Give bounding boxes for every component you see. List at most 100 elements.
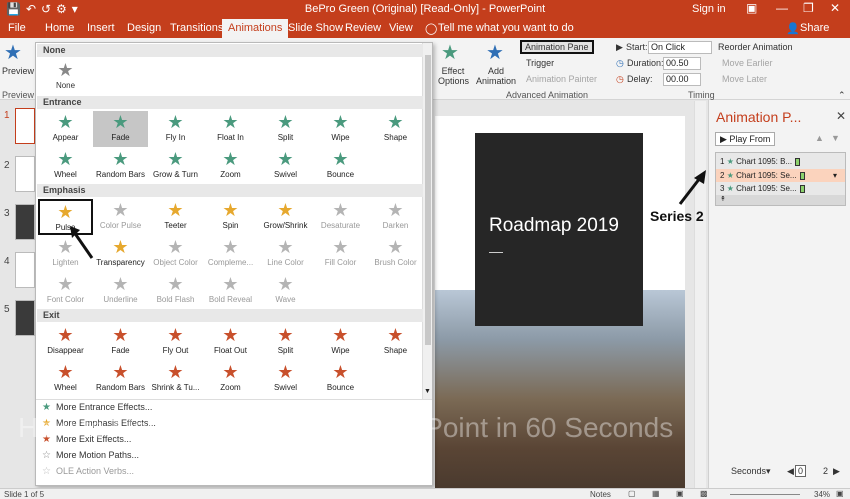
ole-action-verbs[interactable]: ☆ OLE Action Verbs... xyxy=(42,466,134,477)
exit-effect-8[interactable]: ★ Random Bars xyxy=(93,361,148,397)
emphasis-effect-2[interactable]: ★ Teeter xyxy=(148,199,203,235)
emphasis-effect-3[interactable]: ★ Spin xyxy=(203,199,258,235)
exit-effect-9[interactable]: ★ Shrink & Tu... xyxy=(148,361,203,397)
exit-effect-12[interactable]: ★ Bounce xyxy=(313,361,368,397)
tab-review[interactable]: Review xyxy=(345,22,381,34)
tab-file[interactable]: File xyxy=(8,22,26,34)
entrance-effect-6[interactable]: ★ Shape xyxy=(368,111,423,147)
slide-thumb-2[interactable] xyxy=(15,156,35,192)
gallery-scroll-down-icon[interactable]: ▼ xyxy=(424,388,431,395)
ribbon-display-icon[interactable]: ▣ xyxy=(746,1,757,15)
tab-insert[interactable]: Insert xyxy=(87,22,115,34)
play-from-button[interactable]: ▶ Play From xyxy=(715,132,775,146)
item-dropdown-icon[interactable]: ▾ xyxy=(833,169,837,182)
tell-me-box[interactable]: Tell me what you want to do xyxy=(438,22,574,34)
gallery-scroll-thumb[interactable] xyxy=(425,55,431,345)
animation-pane-button[interactable]: Animation Pane xyxy=(520,40,594,54)
timeline-forward-icon[interactable]: ▶ xyxy=(833,466,840,477)
effect-none[interactable]: ★ None xyxy=(38,59,93,95)
duration-input[interactable]: 00.50 xyxy=(663,57,701,70)
preview-star-icon[interactable]: ★ xyxy=(4,40,22,65)
tab-transitions[interactable]: Transitions xyxy=(170,22,223,34)
maximize-icon[interactable]: ❐ xyxy=(803,1,814,15)
entrance-effect-0[interactable]: ★ Appear xyxy=(38,111,93,147)
tab-animations[interactable]: Animations xyxy=(222,19,289,38)
entrance-effect-12[interactable]: ★ Bounce xyxy=(313,148,368,184)
slide-thumb-4[interactable] xyxy=(15,252,35,288)
zoom-level[interactable]: 34% xyxy=(814,490,830,499)
minimize-icon[interactable]: — xyxy=(776,1,788,15)
emphasis-effect-5[interactable]: ★ Desaturate xyxy=(313,199,368,235)
effect-options-icon[interactable]: ★ xyxy=(441,40,459,65)
entrance-effect-9[interactable]: ★ Grow & Turn xyxy=(148,148,203,184)
gallery-scrollbar[interactable] xyxy=(422,43,432,399)
timeline-start[interactable]: 0 xyxy=(795,465,807,477)
pane-close-icon[interactable]: ✕ xyxy=(836,109,846,123)
entrance-effect-3[interactable]: ★ Float In xyxy=(203,111,258,147)
move-later-button[interactable]: Move Later xyxy=(722,74,767,84)
tab-view[interactable]: View xyxy=(389,22,413,34)
entrance-effect-10[interactable]: ★ Zoom xyxy=(203,148,258,184)
fit-slide-icon[interactable]: ▣ xyxy=(836,489,844,498)
slide-scrollbar[interactable] xyxy=(694,101,706,489)
emphasis-effect-11[interactable]: ★ Line Color xyxy=(258,236,313,272)
emphasis-effect-9[interactable]: ★ Object Color xyxy=(148,236,203,272)
entrance-effect-11[interactable]: ★ Swivel xyxy=(258,148,313,184)
tab-slide-show[interactable]: Slide Show xyxy=(288,22,343,34)
exit-effect-2[interactable]: ★ Fly Out xyxy=(148,324,203,360)
exit-effect-5[interactable]: ★ Wipe xyxy=(313,324,368,360)
emphasis-effect-17[interactable]: ★ Bold Reveal xyxy=(203,273,258,309)
tab-design[interactable]: Design xyxy=(127,22,161,34)
animation-item-2[interactable]: 2 ★ Chart 1095: Se... ▾ xyxy=(716,169,845,182)
effect-options-button[interactable]: Effect Options xyxy=(438,66,469,86)
sign-in-link[interactable]: Sign in xyxy=(692,3,726,15)
slideshow-view-icon[interactable]: ▩ xyxy=(700,489,708,498)
emphasis-effect-15[interactable]: ★ Underline xyxy=(93,273,148,309)
normal-view-icon[interactable]: ▢ xyxy=(628,489,636,498)
emphasis-effect-14[interactable]: ★ Font Color xyxy=(38,273,93,309)
title-box[interactable]: Roadmap 2019 xyxy=(475,133,643,326)
add-animation-button[interactable]: Add Animation xyxy=(476,66,516,86)
animation-item-3[interactable]: 3 ★ Chart 1095: Se... xyxy=(716,182,845,195)
emphasis-effect-4[interactable]: ★ Grow/Shrink xyxy=(258,199,313,235)
entrance-effect-8[interactable]: ★ Random Bars xyxy=(93,148,148,184)
exit-effect-11[interactable]: ★ Swivel xyxy=(258,361,313,397)
emphasis-effect-10[interactable]: ★ Compleme... xyxy=(203,236,258,272)
delay-input[interactable]: 00.00 xyxy=(663,73,701,86)
add-animation-icon[interactable]: ★ xyxy=(486,40,504,65)
slide-thumb-3[interactable] xyxy=(15,204,35,240)
emphasis-effect-18[interactable]: ★ Wave xyxy=(258,273,313,309)
exit-effect-6[interactable]: ★ Shape xyxy=(368,324,423,360)
close-icon[interactable]: ✕ xyxy=(830,1,840,15)
exit-effect-4[interactable]: ★ Split xyxy=(258,324,313,360)
reading-view-icon[interactable]: ▣ xyxy=(676,489,684,498)
entrance-effect-5[interactable]: ★ Wipe xyxy=(313,111,368,147)
notes-button[interactable]: Notes xyxy=(590,490,611,499)
exit-effect-10[interactable]: ★ Zoom xyxy=(203,361,258,397)
expand-contents-icon[interactable]: ↟ xyxy=(716,195,845,205)
slide-thumb-5[interactable] xyxy=(15,300,35,336)
entrance-effect-1[interactable]: ★ Fade xyxy=(93,111,148,147)
entrance-effect-2[interactable]: ★ Fly In xyxy=(148,111,203,147)
move-up-icon[interactable]: ▲ xyxy=(815,133,824,143)
start-dropdown[interactable]: On Click xyxy=(648,41,712,54)
trigger-button[interactable]: Trigger xyxy=(526,58,554,68)
move-earlier-button[interactable]: Move Earlier xyxy=(722,58,773,68)
exit-effect-1[interactable]: ★ Fade xyxy=(93,324,148,360)
share-button[interactable]: Share xyxy=(800,22,829,34)
move-down-icon[interactable]: ▼ xyxy=(831,133,840,143)
slide-thumb-1[interactable] xyxy=(15,108,35,144)
animation-painter-button[interactable]: Animation Painter xyxy=(526,74,597,84)
emphasis-effect-12[interactable]: ★ Fill Color xyxy=(313,236,368,272)
exit-effect-0[interactable]: ★ Disappear xyxy=(38,324,93,360)
animation-item-1[interactable]: 1 ★ Chart 1095: B... xyxy=(716,155,845,168)
emphasis-effect-16[interactable]: ★ Bold Flash xyxy=(148,273,203,309)
exit-effect-7[interactable]: ★ Wheel xyxy=(38,361,93,397)
zoom-slider[interactable] xyxy=(730,494,800,495)
seconds-dropdown[interactable]: Seconds xyxy=(731,466,766,476)
tab-home[interactable]: Home xyxy=(45,22,74,34)
entrance-effect-4[interactable]: ★ Split xyxy=(258,111,313,147)
entrance-effect-7[interactable]: ★ Wheel xyxy=(38,148,93,184)
emphasis-effect-13[interactable]: ★ Brush Color xyxy=(368,236,423,272)
sorter-view-icon[interactable]: ▦ xyxy=(652,489,660,498)
